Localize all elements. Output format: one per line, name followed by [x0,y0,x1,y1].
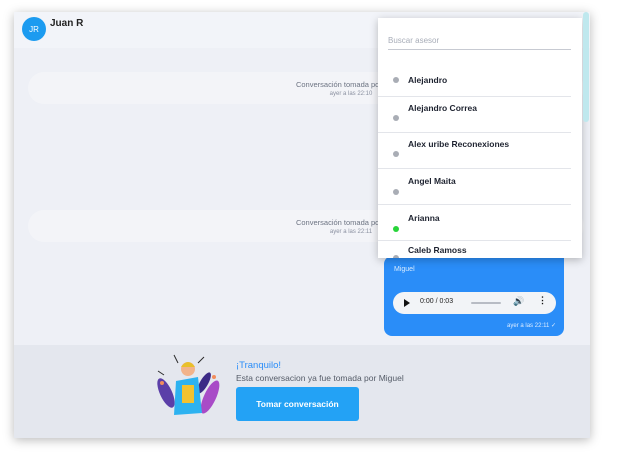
agent-option[interactable]: Alejandro [378,61,571,97]
message-time: ayer a las 22:11 [507,323,550,329]
volume-icon[interactable]: 🔊 [513,296,524,307]
agent-search-input[interactable] [388,32,571,50]
status-dot-icon [393,255,399,258]
agent-name: Angel Maita [408,176,456,186]
person-illustration-icon [157,354,220,415]
message-sender: Miguel [394,266,415,273]
status-dot-icon [393,226,399,232]
scrollbar[interactable] [583,12,589,122]
agent-option[interactable]: Arianna [378,205,571,241]
agent-option[interactable]: Angel Maita [378,169,571,205]
agent-option[interactable]: Alex uribe Reconexiones [378,133,571,169]
more-options-icon[interactable]: ⋮ [538,295,547,306]
agent-name: Alejandro [408,75,448,85]
notice-title: ¡Tranquilo! [236,360,282,371]
play-icon[interactable] [404,299,410,307]
chat-window: JR Juan R Conversación tomada por Miguel… [14,12,590,438]
contact-name: Juan R [50,18,84,29]
status-dot-icon [393,151,399,157]
status-dot-icon [393,189,399,195]
agent-name: Arianna [408,213,440,223]
status-dot-icon [393,115,399,121]
audio-time: 0:00 / 0:03 [420,298,454,305]
agent-option[interactable]: Caleb Ramoss [378,241,571,258]
agent-name: Alex uribe Reconexiones [408,139,510,149]
status-dot-icon [393,77,399,83]
audio-player: 0:00 / 0:03 🔊 ⋮ [393,292,556,314]
audio-message-bubble: Miguel 0:00 / 0:03 🔊 ⋮ ayer a las 22:11 … [384,256,564,336]
take-conversation-button[interactable]: Tomar conversación [236,387,359,421]
message-timestamp: ayer a las 22:11 ✓ [507,322,556,329]
read-check-icon: ✓ [550,323,556,329]
agent-dropdown: Alejandro Alejandro Correa Alex uribe Re… [378,18,582,258]
agent-option[interactable]: Alejandro Correa [378,97,571,133]
agent-name: Caleb Ramoss [408,245,467,255]
taken-notice: ¡Tranquilo! Esta conversacion ya fue tom… [14,345,590,438]
audio-progress-bar[interactable] [471,302,501,304]
agent-name: Alejandro Correa [408,103,477,113]
avatar[interactable]: JR [22,17,46,41]
notice-text: Esta conversacion ya fue tomada por Migu… [236,373,404,383]
